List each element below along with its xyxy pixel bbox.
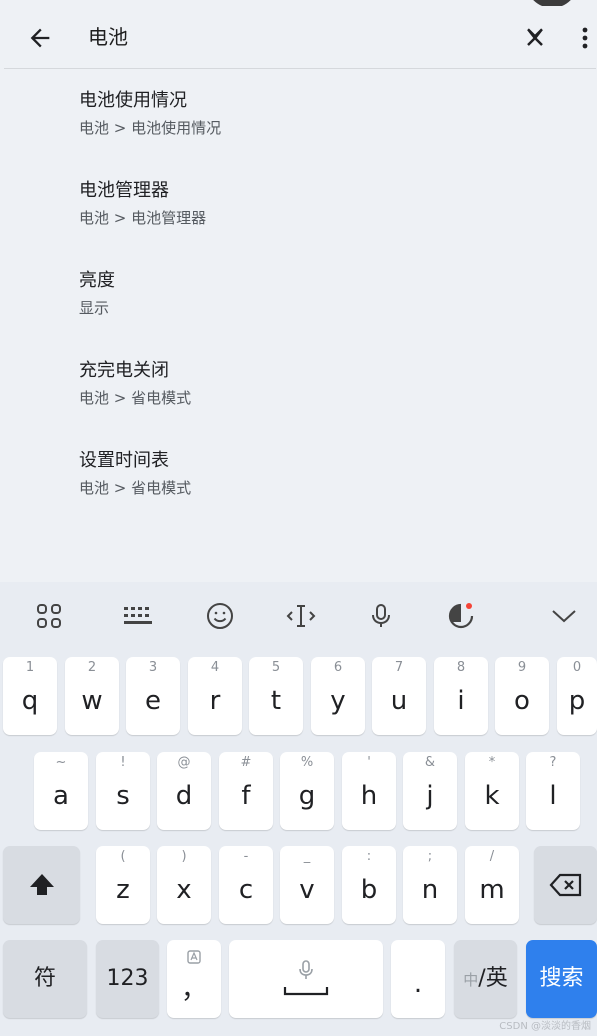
microphone-icon[interactable] — [357, 594, 405, 638]
search-bar: 电池 — [4, 6, 596, 69]
key-o[interactable]: 9o — [495, 657, 549, 735]
key-n[interactable]: ; n — [403, 846, 457, 924]
keyboard-layout-icon[interactable] — [114, 594, 162, 638]
period-key[interactable]: . — [391, 940, 445, 1018]
shift-icon — [29, 874, 54, 895]
result-title: 设置时间表 — [79, 450, 169, 471]
space-bar-icon — [283, 987, 329, 996]
result-path: 显示 — [79, 299, 110, 317]
key-z[interactable]: (z — [96, 846, 150, 924]
key-c[interactable]: -c — [219, 846, 273, 924]
comma-key[interactable]: ， — [167, 940, 221, 1018]
key-g[interactable]: % g — [280, 752, 334, 830]
key-e[interactable]: 3e — [126, 657, 180, 735]
key-j[interactable]: & j — [403, 752, 457, 830]
microphone-small-icon — [299, 960, 313, 979]
key-x[interactable]: ) x — [157, 846, 211, 924]
collapse-chevron-icon[interactable] — [540, 594, 588, 638]
key-h[interactable]: ' h — [342, 752, 396, 830]
key-r[interactable]: 4r — [188, 657, 242, 735]
result-path: 电池 > 电池管理器 — [79, 209, 207, 227]
emoji-icon[interactable] — [196, 594, 244, 638]
watermark: CSDN @淡淡的香烟 — [499, 1021, 591, 1032]
result-title: 电池使用情况 — [79, 90, 187, 111]
language-switch-key[interactable]: 中/英 — [454, 940, 517, 1018]
search-input[interactable]: 电池 — [88, 23, 128, 51]
result-path: 电池 > 省电模式 — [79, 389, 192, 407]
key-a[interactable]: ~ a — [34, 752, 88, 830]
key-v[interactable]: _ v — [280, 846, 334, 924]
back-arrow-icon[interactable] — [26, 24, 54, 52]
symbols-key[interactable]: 符 — [3, 940, 87, 1018]
result-title: 电池管理器 — [79, 180, 169, 201]
key-k[interactable]: * k — [465, 752, 519, 830]
result-title: 充完电关闭 — [79, 360, 169, 381]
backspace-icon — [549, 873, 581, 897]
result-item[interactable]: 充完电关闭 电池 > 省电模式 — [79, 358, 539, 438]
result-item[interactable]: 设置时间表 电池 > 省电模式 — [79, 448, 539, 528]
key-q[interactable]: 1q — [3, 657, 57, 735]
numbers-key[interactable]: 123 — [96, 940, 159, 1018]
result-path: 电池 > 省电模式 — [79, 479, 192, 497]
key-u[interactable]: 7u — [372, 657, 426, 735]
key-m[interactable]: / m — [465, 846, 519, 924]
result-item[interactable]: 电池使用情况 电池 > 电池使用情况 — [79, 88, 539, 168]
result-item[interactable]: 亮度 显示 — [79, 268, 539, 348]
close-icon[interactable] — [520, 23, 550, 53]
result-item[interactable]: 电池管理器 电池 > 电池管理器 — [79, 178, 539, 258]
search-key[interactable]: 搜索 — [526, 940, 597, 1018]
key-f[interactable]: # f — [219, 752, 273, 830]
key-d[interactable]: @ d — [157, 752, 211, 830]
cursor-move-icon[interactable] — [277, 594, 325, 638]
key-w[interactable]: 2w — [65, 657, 119, 735]
result-title: 亮度 — [79, 270, 115, 291]
backspace-key[interactable] — [534, 846, 597, 924]
space-key[interactable] — [229, 940, 383, 1018]
key-l[interactable]: ? l — [526, 752, 580, 830]
key-b[interactable]: :b — [342, 846, 396, 924]
soft-keyboard: 1q 2w 3e 4r 5t 6y 7u 8i 9o 0p ~ a ! s @ d #… — [0, 582, 597, 1036]
theme-icon[interactable] — [438, 594, 486, 638]
text-toggle-icon — [187, 950, 201, 964]
key-p[interactable]: 0p — [557, 657, 597, 735]
more-vert-icon[interactable] — [576, 22, 594, 54]
key-s[interactable]: ! s — [96, 752, 150, 830]
key-y[interactable]: 6y — [311, 657, 365, 735]
result-path: 电池 > 电池使用情况 — [79, 119, 222, 137]
key-t[interactable]: 5t — [249, 657, 303, 735]
key-i[interactable]: 8i — [434, 657, 488, 735]
apps-grid-icon[interactable] — [25, 594, 73, 638]
shift-key[interactable] — [3, 846, 80, 924]
